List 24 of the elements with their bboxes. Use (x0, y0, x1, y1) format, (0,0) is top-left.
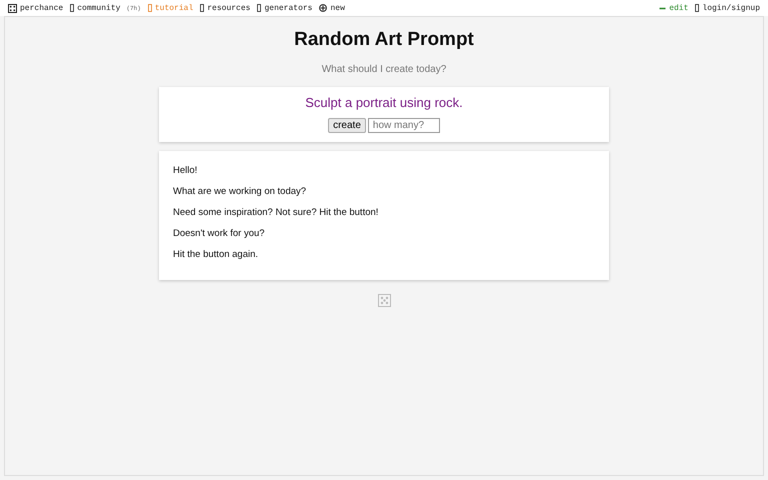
subtitle: What should I create today? (322, 64, 446, 75)
page-title: Random Art Prompt (294, 29, 474, 51)
box-icon (148, 4, 152, 12)
nav-link[interactable]: new (319, 4, 345, 12)
nav-link[interactable]: generators (257, 4, 312, 12)
box-icon (70, 4, 74, 12)
dice-icon (378, 294, 390, 307)
note-line: Hit the button again. (173, 249, 260, 260)
note-line: What are we working on today? (173, 186, 308, 197)
box-icon (200, 4, 204, 12)
nav-link[interactable]: login/signup (695, 4, 760, 12)
note-line: Hello! (173, 165, 198, 176)
dice-icon (8, 4, 17, 12)
nav-link[interactable]: resources (200, 4, 250, 12)
note-line: Doesn't work for you? (173, 228, 266, 239)
prompt-text: Sculpt a portrait using rock. (304, 95, 464, 110)
box-icon (257, 4, 262, 12)
nav-link[interactable]: edit (659, 4, 688, 12)
plus-circle-icon (319, 4, 328, 12)
nav-link[interactable]: perchance (8, 4, 64, 12)
box-icon (695, 4, 700, 12)
count-field[interactable]: how many? (368, 118, 440, 133)
note-line: Need some inspiration? Not sure? Hit the button! (173, 207, 380, 218)
create-button[interactable]: create (328, 118, 366, 133)
